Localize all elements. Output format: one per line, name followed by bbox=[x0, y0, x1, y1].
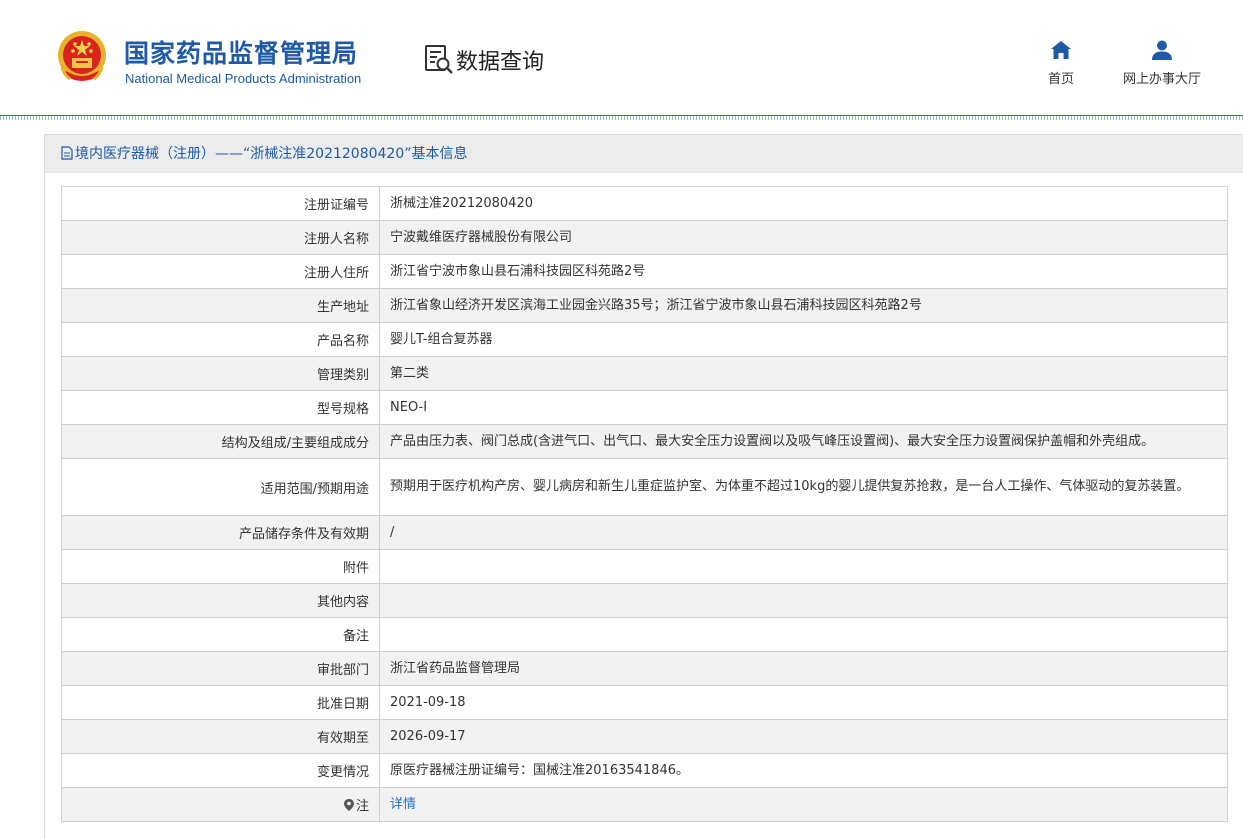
header-divider bbox=[0, 115, 1243, 120]
nav-home[interactable]: 首页 bbox=[1040, 38, 1082, 87]
field-value: 2021-09-18 bbox=[379, 685, 1228, 720]
field-value: 浙江省宁波市象山县石浦科技园区科苑路2号 bbox=[379, 254, 1228, 289]
field-label: 备注 bbox=[61, 617, 380, 652]
field-value bbox=[379, 549, 1228, 584]
field-label: 批准日期 bbox=[61, 685, 380, 720]
table-row: 注 详情 bbox=[61, 787, 1228, 822]
nav-online-office-label: 网上办事大厅 bbox=[1122, 72, 1201, 87]
user-icon bbox=[1152, 40, 1172, 60]
panel-title-text: 境内医疗器械（注册）——“浙械注准20212080420”基本信息 bbox=[75, 146, 468, 162]
table-row: 批准日期 2021-09-18 bbox=[61, 685, 1228, 720]
field-value: NEO-Ⅰ bbox=[379, 390, 1228, 425]
field-value: 浙械注准20212080420 bbox=[379, 186, 1228, 221]
field-value: 详情 bbox=[379, 787, 1228, 822]
table-row: 注册人住所 浙江省宁波市象山县石浦科技园区科苑路2号 bbox=[61, 254, 1228, 289]
field-label: 注册证编号 bbox=[61, 186, 380, 221]
field-label: 有效期至 bbox=[61, 719, 380, 754]
field-value bbox=[379, 617, 1228, 652]
note-label-cell: 注 bbox=[61, 787, 380, 822]
table-row: 其他内容 bbox=[61, 583, 1228, 618]
field-value: 产品由压力表、阀门总成(含进气口、出气口、最大安全压力设置阀以及吸气峰压设置阀)… bbox=[379, 424, 1228, 459]
field-label: 适用范围/预期用途 bbox=[61, 458, 380, 516]
field-value: 预期用于医疗机构产房、婴儿病房和新生儿重症监护室、为体重不超过10kg的婴儿提供… bbox=[379, 458, 1228, 516]
field-label: 结构及组成/主要组成成分 bbox=[61, 424, 380, 459]
table-row: 附件 bbox=[61, 549, 1228, 584]
data-query-icon bbox=[425, 45, 453, 74]
field-label: 型号规格 bbox=[61, 390, 380, 425]
field-label: 注册人住所 bbox=[61, 254, 380, 289]
detail-panel: 境内医疗器械（注册）——“浙械注准20212080420”基本信息 注册证编号浙… bbox=[44, 134, 1243, 839]
nav-online-office[interactable]: 网上办事大厅 bbox=[1114, 38, 1210, 87]
table-row: 管理类别 第二类 bbox=[61, 356, 1228, 391]
table-row: 型号规格 NEO-Ⅰ bbox=[61, 390, 1228, 425]
table-row: 备注 bbox=[61, 617, 1228, 652]
field-label: 审批部门 bbox=[61, 651, 380, 686]
field-label: 产品储存条件及有效期 bbox=[61, 515, 380, 550]
nav-home-label: 首页 bbox=[1047, 72, 1074, 87]
field-value: / bbox=[379, 515, 1228, 550]
org-name-cn: 国家药品监督管理局 bbox=[124, 39, 359, 68]
field-value: 浙江省药品监督管理局 bbox=[379, 651, 1228, 686]
field-label: 生产地址 bbox=[61, 288, 380, 323]
field-label: 产品名称 bbox=[61, 322, 380, 357]
panel-title: 境内医疗器械（注册）——“浙械注准20212080420”基本信息 bbox=[45, 135, 1243, 173]
table-row: 产品储存条件及有效期 / bbox=[61, 515, 1228, 550]
table-row: 注册人名称 宁波戴维医疗器械股份有限公司 bbox=[61, 220, 1228, 255]
table-row: 审批部门 浙江省药品监督管理局 bbox=[61, 651, 1228, 686]
table-row: 结构及组成/主要组成成分 产品由压力表、阀门总成(含进气口、出气口、最大安全压力设… bbox=[61, 424, 1228, 459]
field-value: 宁波戴维医疗器械股份有限公司 bbox=[379, 220, 1228, 255]
table-row: 生产地址 浙江省象山经济开发区滨海工业园金兴路35号；浙江省宁波市象山县石浦科技园… bbox=[61, 288, 1228, 323]
field-value: 2026-09-17 bbox=[379, 719, 1228, 754]
site-header: 国家药品监督管理局 National Medical Products Admi… bbox=[0, 0, 1243, 115]
field-label: 注 bbox=[355, 799, 369, 814]
national-emblem-icon bbox=[58, 31, 106, 81]
field-label: 其他内容 bbox=[61, 583, 380, 618]
field-label: 管理类别 bbox=[61, 356, 380, 391]
table-row: 有效期至 2026-09-17 bbox=[61, 719, 1228, 754]
registration-info-table: 注册证编号 浙械注准20212080420 注册人名称 宁波戴维医疗器械股份有限公司… bbox=[61, 186, 1228, 822]
field-value bbox=[379, 583, 1228, 618]
details-link[interactable]: 详情 bbox=[390, 797, 416, 812]
section-title: 数据查询 bbox=[456, 50, 545, 75]
note-marker-icon bbox=[343, 799, 354, 811]
field-value: 浙江省象山经济开发区滨海工业园金兴路35号；浙江省宁波市象山县石浦科技园区科苑路… bbox=[379, 288, 1228, 323]
field-value: 原医疗器械注册证编号：国械注准20163541846。 bbox=[379, 753, 1228, 788]
home-icon bbox=[1051, 41, 1071, 59]
field-value: 婴儿T-组合复苏器 bbox=[379, 322, 1228, 357]
document-icon bbox=[61, 146, 73, 160]
org-name-en: National Medical Products Administration bbox=[125, 71, 362, 86]
field-value: 第二类 bbox=[379, 356, 1228, 391]
table-row: 变更情况 原医疗器械注册证编号：国械注准20163541846。 bbox=[61, 753, 1228, 788]
table-row: 注册证编号 浙械注准20212080420 bbox=[61, 186, 1228, 221]
field-label: 注册人名称 bbox=[61, 220, 380, 255]
field-label: 附件 bbox=[61, 549, 380, 584]
field-label: 变更情况 bbox=[61, 753, 380, 788]
table-row: 产品名称 婴儿T-组合复苏器 bbox=[61, 322, 1228, 357]
table-row: 适用范围/预期用途 预期用于医疗机构产房、婴儿病房和新生儿重症监护室、为体重不超过… bbox=[61, 458, 1228, 516]
